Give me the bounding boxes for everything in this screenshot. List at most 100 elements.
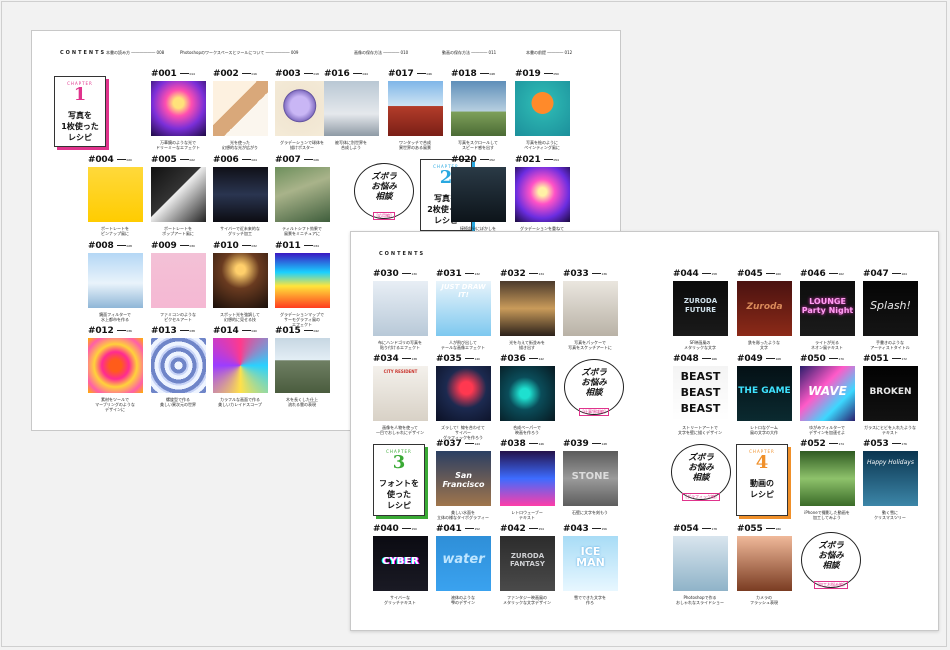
recipe-thumbnail[interactable] [800,451,855,506]
recipe-thumbnail[interactable]: San Francisco [436,451,491,506]
advice-bubble-3[interactable]: ズボラ お悩み 相談 [グラフィック編] [671,444,731,501]
item-number: #001 014 [151,69,195,79]
recipe-thumbnail[interactable] [515,167,570,222]
recipe-thumbnail[interactable]: Happy Holidays [863,451,918,506]
divider [241,245,251,246]
divider [828,273,838,274]
item-number: #014 040 [213,326,257,336]
recipe-thumbnail[interactable] [737,536,792,591]
item-number: #037 144 [436,439,480,449]
item-id: #041 [436,524,462,534]
item-page: 050 [553,71,559,76]
recipe-thumbnail[interactable]: WAVE [800,366,855,421]
recipe-thumbnail[interactable] [275,81,330,136]
divider [303,330,313,331]
recipe-thumbnail[interactable]: Zuroda [737,281,792,336]
recipe-thumbnail[interactable] [151,338,206,393]
recipe-thumbnail[interactable] [451,167,506,222]
advice-bubble-4[interactable]: ズボラ お悩み 相談 [加工お悩み編] [801,532,861,589]
bubble-subtitle: [仕事領域編] [579,408,609,416]
recipe-thumbnail[interactable]: Splash! [863,281,918,336]
recipe-thumbnail[interactable]: ZURODA FUTURE [673,281,728,336]
recipe-thumbnail[interactable] [563,281,618,336]
recipe-thumbnail[interactable]: JUST DRAW IT! [436,281,491,336]
recipe-thumbnail[interactable] [275,167,330,222]
contents-header-link[interactable]: 本書の前提 ―――― 012 [526,50,572,56]
divider [891,273,901,274]
recipe-thumbnail[interactable] [673,536,728,591]
chapter-4-card[interactable]: CHAPTER 4 動画の レシピ [736,444,788,516]
item-number: #043 156 [563,524,607,534]
recipe-thumbnail[interactable] [88,338,143,393]
contents-header-link[interactable]: 動画の保存方法 ―――― 011 [442,50,496,56]
item-id: #011 [275,241,301,251]
recipe-thumbnail[interactable] [275,253,330,308]
chapter-1-card[interactable]: CHAPTER 1 写真を 1枚使った レシピ [54,76,106,147]
recipe-thumbnail[interactable] [213,167,268,222]
recipe-thumbnail[interactable] [213,253,268,308]
divider [401,528,411,529]
recipe-thumbnail[interactable] [151,81,206,136]
recipe-thumbnail[interactable] [500,281,555,336]
thumbnail-text: LOUNGE Party Night [801,297,854,315]
divider [464,358,474,359]
recipe-thumbnail[interactable] [515,81,570,136]
recipe-thumbnail[interactable]: water [436,536,491,591]
contents-header-link[interactable]: Photoshopのワークスペースとツールについて ―――――― 009 [180,50,298,56]
item-page: 136 [601,271,607,276]
divider [179,330,189,331]
item-caption: ゆがみフィルターで デザインを加速せよ [809,425,845,435]
item-page: 018 [313,71,319,76]
advice-bubble-1[interactable]: ズボラ お悩み 相談 [応用編] [354,163,414,220]
item-caption: 鏡面フィルターで 水上都市を作る [99,312,131,322]
item-number: #008 028 [88,241,132,251]
item-caption: iPhoneで撮影した動画を 加工してみよう [804,510,850,520]
recipe-thumbnail[interactable] [388,81,443,136]
contents-header-link[interactable]: 画像の保存方法 ―――― 010 [354,50,408,56]
item-page: 150 [411,526,417,531]
chapter-3-card[interactable]: CHAPTER 3 フォントを 使った レシピ [373,444,425,516]
recipe-thumbnail[interactable]: CYBER [373,536,428,591]
recipe-thumbnail[interactable] [436,366,491,421]
item-number: #031 132 [436,269,480,279]
recipe-thumbnail[interactable]: LOUNGE Party Night [800,281,855,336]
item-caption: 写真をスクロールして スピード感を出す [458,140,498,150]
item-caption: 万華鏡のような光で ドリーミーなエフェクト [156,140,200,150]
item-page: 162 [838,271,844,276]
divider [241,159,251,160]
recipe-thumbnail[interactable] [324,81,379,136]
recipe-thumbnail[interactable] [373,281,428,336]
recipe-thumbnail[interactable] [213,338,268,393]
divider [479,73,489,74]
recipe-thumbnail[interactable] [88,253,143,308]
divider [241,73,251,74]
recipe-thumbnail[interactable] [500,366,555,421]
recipe-thumbnail[interactable]: THE GAME [737,366,792,421]
divider [701,273,711,274]
item-caption: 人が飛び出して テールな画像エフェクト [441,340,485,350]
thumbnail-text: ICE MAN [576,545,605,569]
recipe-thumbnail[interactable] [88,167,143,222]
recipe-thumbnail[interactable] [213,81,268,136]
recipe-thumbnail[interactable] [151,253,206,308]
recipe-thumbnail[interactable]: CITY RESIDENT [373,366,428,421]
recipe-thumbnail[interactable]: ZURODA FANTASY [500,536,555,591]
item-caption: 鉄を彫ったような 文字 [748,340,780,350]
recipe-thumbnail[interactable] [500,451,555,506]
item-number: #034 138 [373,354,417,364]
item-page: 134 [538,271,544,276]
recipe-thumbnail[interactable] [451,81,506,136]
contents-header-link[interactable]: 本書の読み方 ―――――― 008 [106,50,164,56]
recipe-thumbnail[interactable]: ICE MAN [563,536,618,591]
item-caption: 光を使った 幻想的な光が広がり [222,140,258,150]
advice-bubble-2[interactable]: ズボラ お悩み 相談 [仕事領域編] [564,359,624,416]
recipe-thumbnail[interactable]: BROKEN [863,366,918,421]
recipe-thumbnail[interactable] [275,338,330,393]
recipe-thumbnail[interactable] [151,167,206,222]
item-id: #018 [451,69,477,79]
recipe-thumbnail[interactable]: STONE [563,451,618,506]
item-id: #001 [151,69,177,79]
recipe-thumbnail[interactable]: BEAST BEAST BEAST [673,366,728,421]
divider [701,528,711,529]
item-number: #016 044 [324,69,368,79]
